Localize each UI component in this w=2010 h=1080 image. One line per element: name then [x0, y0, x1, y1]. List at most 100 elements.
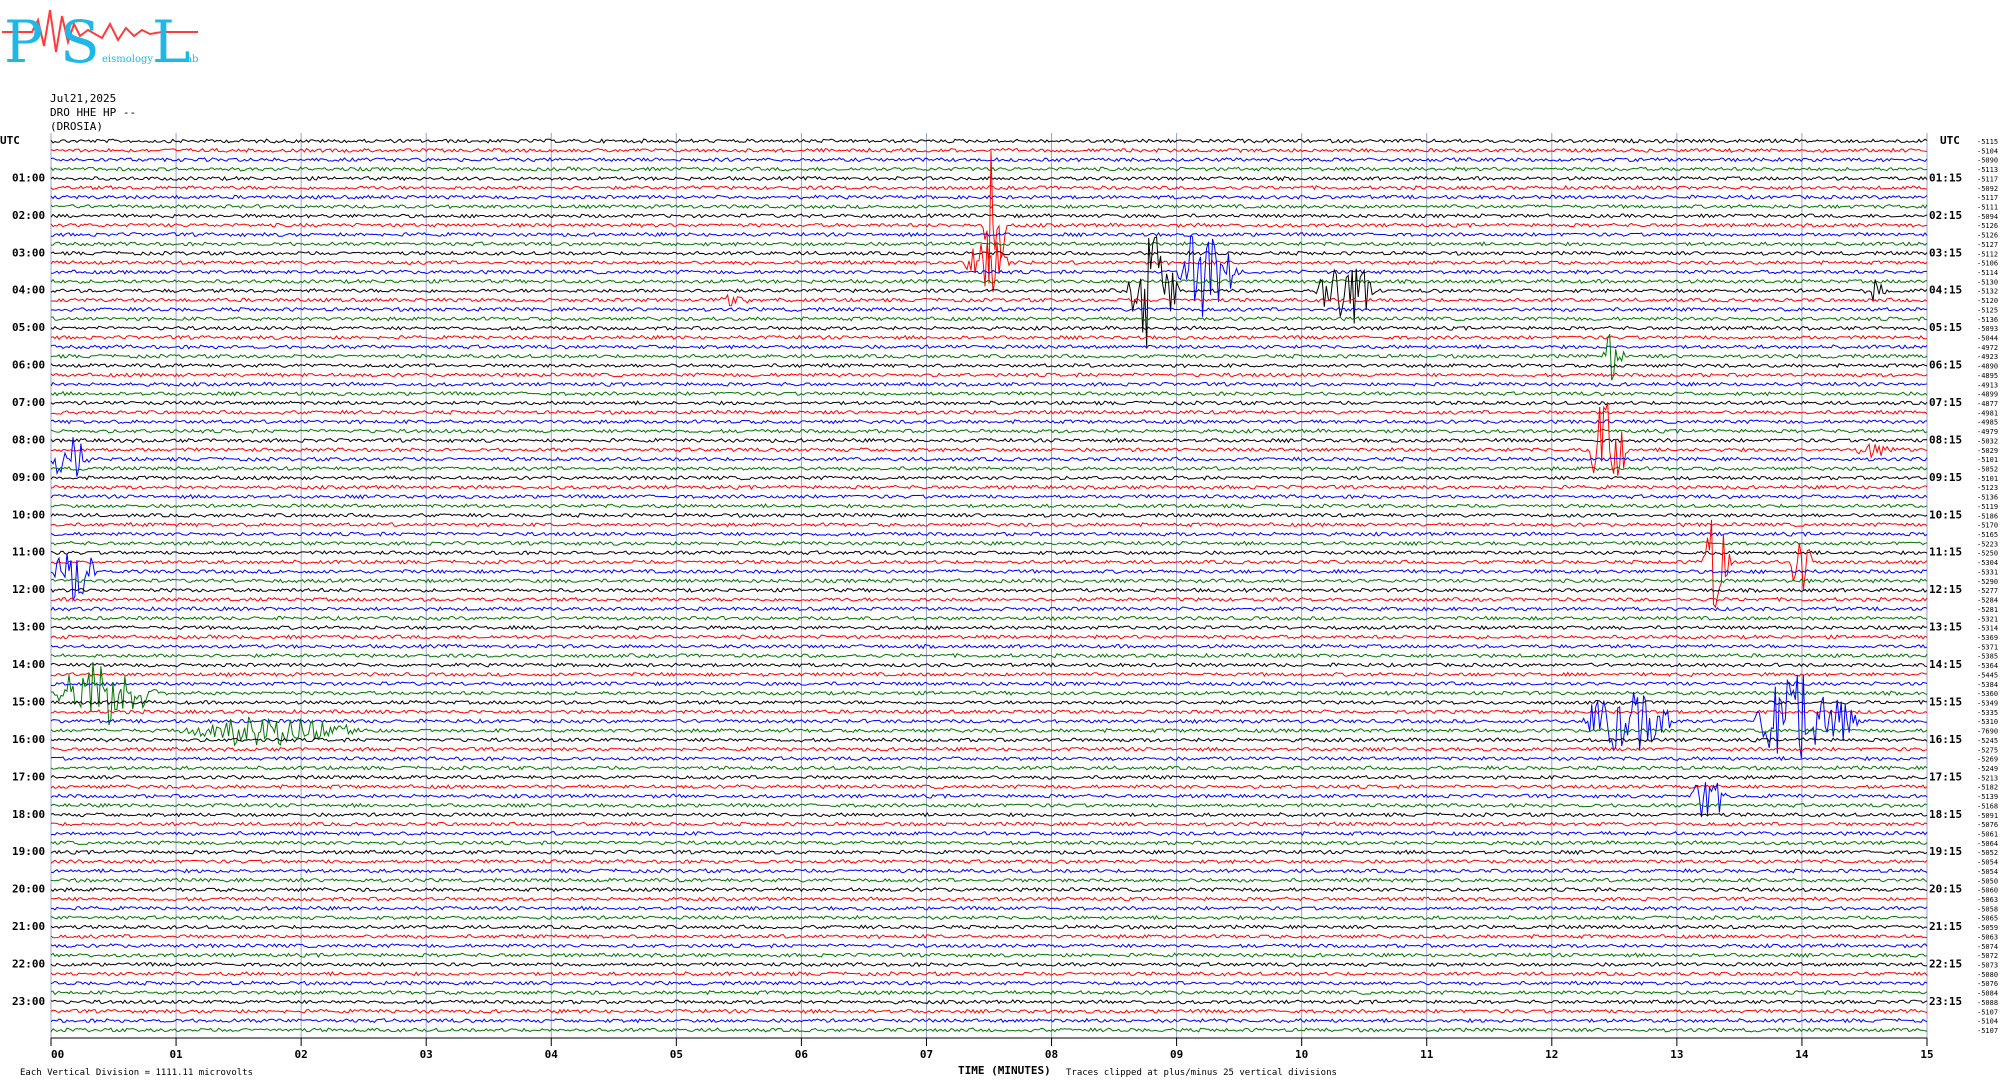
hour-label-left: 10:00: [12, 508, 45, 521]
trace-offset-label: -5170: [1977, 522, 1998, 530]
trace-offset-label: -5032: [1977, 437, 1998, 445]
trace-line: [50, 503, 1928, 509]
hour-label-right: 11:15: [1929, 546, 1962, 559]
trace-line: [51, 989, 1928, 996]
hour-label-left: 20:00: [12, 883, 45, 896]
trace-offset-label: -5245: [1977, 737, 1998, 745]
trace-line: [50, 465, 1928, 472]
trace-offset-label: -5064: [1977, 840, 1998, 848]
trace-line: [50, 521, 1928, 528]
trace-offset-label: -4899: [1977, 391, 1998, 399]
trace-line: [50, 325, 1928, 331]
trace-offset-label: -5061: [1977, 830, 1998, 838]
x-tick-label: 05: [670, 1048, 683, 1061]
hour-label-left: 17:00: [12, 770, 45, 783]
trace-line: [50, 184, 1928, 191]
hour-label-right: 18:15: [1929, 808, 1962, 821]
trace-line: [50, 147, 1928, 154]
trace-line: [50, 971, 1928, 977]
trace-line: [50, 175, 1928, 182]
trace-offset-label: -5182: [1977, 784, 1998, 792]
trace-offset-label: -5310: [1977, 718, 1998, 726]
trace-offset-label: -5281: [1977, 606, 1998, 614]
trace-offset-label: -4972: [1977, 344, 1998, 352]
trace-offset-label: -5080: [1977, 971, 1998, 979]
trace-line: [50, 662, 1928, 668]
trace-line: [50, 802, 1928, 809]
x-tick-label: 11: [1420, 1048, 1434, 1061]
trace-line: [50, 549, 1928, 556]
trace-offset-label: -5126: [1977, 232, 1998, 240]
trace-line: [50, 868, 1928, 874]
trace-line: [50, 933, 1928, 940]
hour-label-left: 02:00: [12, 209, 45, 222]
trace-line: [50, 952, 1928, 958]
trace-line: [50, 428, 1928, 434]
hour-label-left: 12:00: [12, 583, 45, 596]
x-tick-label: 00: [51, 1048, 64, 1061]
trace-offset-label: -5132: [1977, 288, 1998, 296]
trace-offset-label: -5052: [1977, 466, 1998, 474]
hour-label-left: 09:00: [12, 471, 45, 484]
x-tick-label: 14: [1795, 1048, 1809, 1061]
trace-offset-label: -5059: [1977, 924, 1998, 932]
trace-offset-label: -5284: [1977, 597, 1998, 605]
trace-offset-label: -5136: [1977, 316, 1998, 324]
trace-offset-label: -5275: [1977, 746, 1998, 754]
trace-line: [50, 652, 1928, 659]
trace-line: [50, 821, 1928, 827]
trace-line: [50, 231, 1928, 238]
trace-line: [50, 1008, 1928, 1015]
trace-offset-label: -5126: [1977, 222, 1998, 230]
trace-line: [50, 531, 1928, 537]
trace-offset-label: -5063: [1977, 933, 1998, 941]
trace-offset-label: -5094: [1977, 213, 1998, 221]
trace-line: [50, 774, 1928, 781]
trace-offset-label: -5073: [1977, 961, 1998, 969]
hour-label-left: 22:00: [12, 957, 45, 970]
trace-line: [50, 372, 1928, 378]
trace-line: [50, 553, 1928, 603]
trace-line: [50, 606, 1928, 612]
trace-offset-label: -4985: [1977, 419, 1998, 427]
trace-offset-label: -5369: [1977, 634, 1998, 642]
trace-offset-label: -5349: [1977, 699, 1998, 707]
trace-line: [50, 886, 1928, 893]
trace-offset-label: -5364: [1977, 662, 1998, 670]
trace-offset-label: -5127: [1977, 241, 1998, 249]
trace-line: [50, 512, 1928, 518]
trace-line: [50, 681, 1928, 687]
trace-line: [50, 943, 1928, 949]
hour-label-right: 16:15: [1929, 733, 1962, 746]
trace-offset-label: -5130: [1977, 278, 1998, 286]
hour-label-right: 04:15: [1929, 284, 1962, 297]
hour-label-right: 05:15: [1929, 321, 1962, 334]
trace-line: [50, 999, 1928, 1005]
trace-offset-label: -5091: [1977, 812, 1998, 820]
trace-line: [50, 213, 1928, 219]
trace-offset-label: -5104: [1977, 1018, 1998, 1026]
hour-label-left: 01:00: [12, 171, 45, 184]
trace-line: [50, 419, 1928, 425]
hour-label-left: 06:00: [12, 359, 45, 372]
x-tick-label: 12: [1545, 1048, 1558, 1061]
trace-line: [50, 578, 1928, 584]
hour-label-right: 23:15: [1929, 995, 1962, 1008]
hour-label-left: 23:00: [12, 995, 45, 1008]
helicorder-plot: 00 01 02 03 04 05 06 07 08 09 10 11 12 13 14 15-5115-51…: [0, 133, 1998, 1061]
trace-offset-label: -5101: [1977, 475, 1998, 483]
trace-line: [50, 980, 1928, 986]
trace-offset-label: -5117: [1977, 175, 1998, 183]
hour-label-right: 12:15: [1929, 583, 1962, 596]
hour-label-right: 14:15: [1929, 658, 1962, 671]
x-tick-label: 04: [545, 1048, 559, 1061]
trace-line: [50, 1027, 1928, 1033]
hour-label-right: 10:15: [1929, 508, 1962, 521]
trace-offset-label: -5060: [1977, 887, 1998, 895]
x-tick-label: 08: [1045, 1048, 1058, 1061]
hour-label-right: 17:15: [1929, 770, 1962, 783]
trace-offset-label: -5063: [1977, 896, 1998, 904]
hour-label-left: 07:00: [12, 396, 45, 409]
x-tick-label: 10: [1295, 1048, 1308, 1061]
trace-line: [50, 674, 1927, 759]
